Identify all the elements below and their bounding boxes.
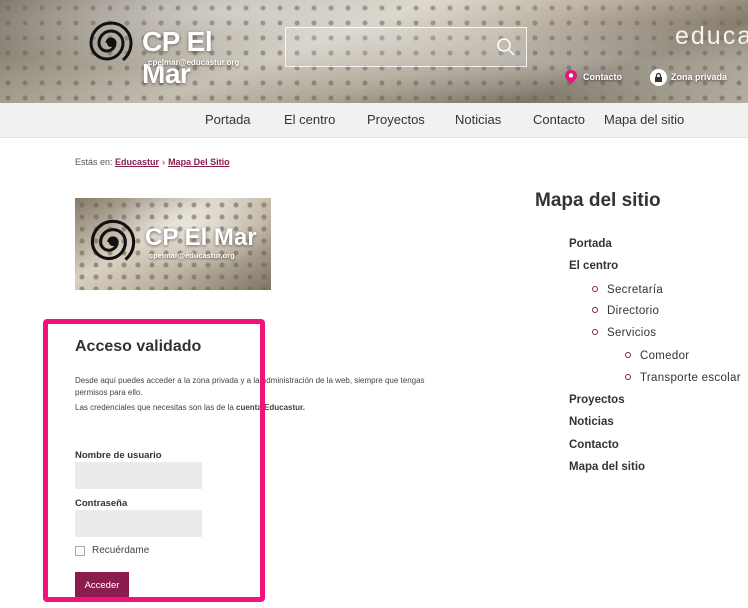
sitemap-item-label: Directorio [607,305,660,317]
spiral-logo-icon [89,21,133,62]
breadcrumb: Estás en: Educastur › Mapa Del Sitio [75,157,230,167]
sitemap-item-directorio[interactable]: Directorio [592,305,659,317]
sitemap-item-mapa[interactable]: Mapa del sitio [569,461,645,473]
sitemap-item-servicios[interactable]: Servicios [592,327,656,339]
breadcrumb-separator: › [162,157,166,167]
sitemap-item-noticias[interactable]: Noticias [569,416,614,428]
lock-icon [650,68,667,86]
private-zone-link[interactable]: Zona privada [650,66,727,88]
bullet-icon [592,306,598,313]
sitemap-item-label: Secretaría [607,284,664,296]
bullet-icon [592,285,598,292]
spiral-logo-icon [90,219,136,261]
search-icon[interactable] [496,37,516,57]
highlight-frame [43,319,265,602]
nav-item-proyectos[interactable]: Proyectos [367,112,425,127]
logo-email: cpelmar@educastur.org [148,58,240,67]
site-logo[interactable]: CP El Mar cpelmar@educastur.org [80,14,265,89]
sitemap-item-transporte[interactable]: Transporte escolar [625,372,741,384]
sitemap-item-contacto[interactable]: Contacto [569,439,619,451]
contact-link-label: Contacto [583,72,622,82]
breadcrumb-educastur[interactable]: Educastur [115,157,159,167]
search-box [285,27,527,67]
sitemap-item-secretaria[interactable]: Secretaría [592,284,663,296]
nav-item-el-centro[interactable]: El centro [284,112,335,127]
breadcrumb-current[interactable]: Mapa Del Sitio [168,157,230,167]
sitemap-item-el-centro[interactable]: El centro [569,260,618,272]
educastur-brand[interactable]: educa [675,22,748,51]
main-nav: Portada El centro Proyectos Noticias Con… [0,103,748,138]
sitemap-item-label: Transporte escolar [640,372,741,384]
nav-item-contacto[interactable]: Contacto [533,112,585,127]
sitemap-title: Mapa del sitio [535,190,661,211]
school-logo-image: CP El Mar cpelmar@educastur.org [75,198,271,290]
nav-item-portada[interactable]: Portada [205,112,251,127]
sitemap-item-comedor[interactable]: Comedor [625,350,689,362]
bullet-icon [592,328,598,335]
sitemap-item-label: Servicios [607,327,657,339]
school-logo-title: CP El Mar [145,224,257,251]
sitemap-item-proyectos[interactable]: Proyectos [569,394,625,406]
sitemap-item-label: Comedor [640,350,690,362]
school-logo-email: cpelmar@educastur.org [149,251,235,260]
location-pin-icon [565,70,577,84]
search-input[interactable] [286,28,491,66]
contact-link[interactable]: Contacto [563,66,622,88]
nav-item-mapa-del-sitio[interactable]: Mapa del sitio [604,112,684,127]
nav-item-noticias[interactable]: Noticias [455,112,501,127]
breadcrumb-prefix: Estás en: [75,157,113,167]
sitemap-item-portada[interactable]: Portada [569,238,612,250]
bullet-icon [625,373,631,380]
private-zone-label: Zona privada [671,72,728,82]
bullet-icon [625,351,631,358]
site-header: CP El Mar cpelmar@educastur.org educa Co… [0,0,748,103]
